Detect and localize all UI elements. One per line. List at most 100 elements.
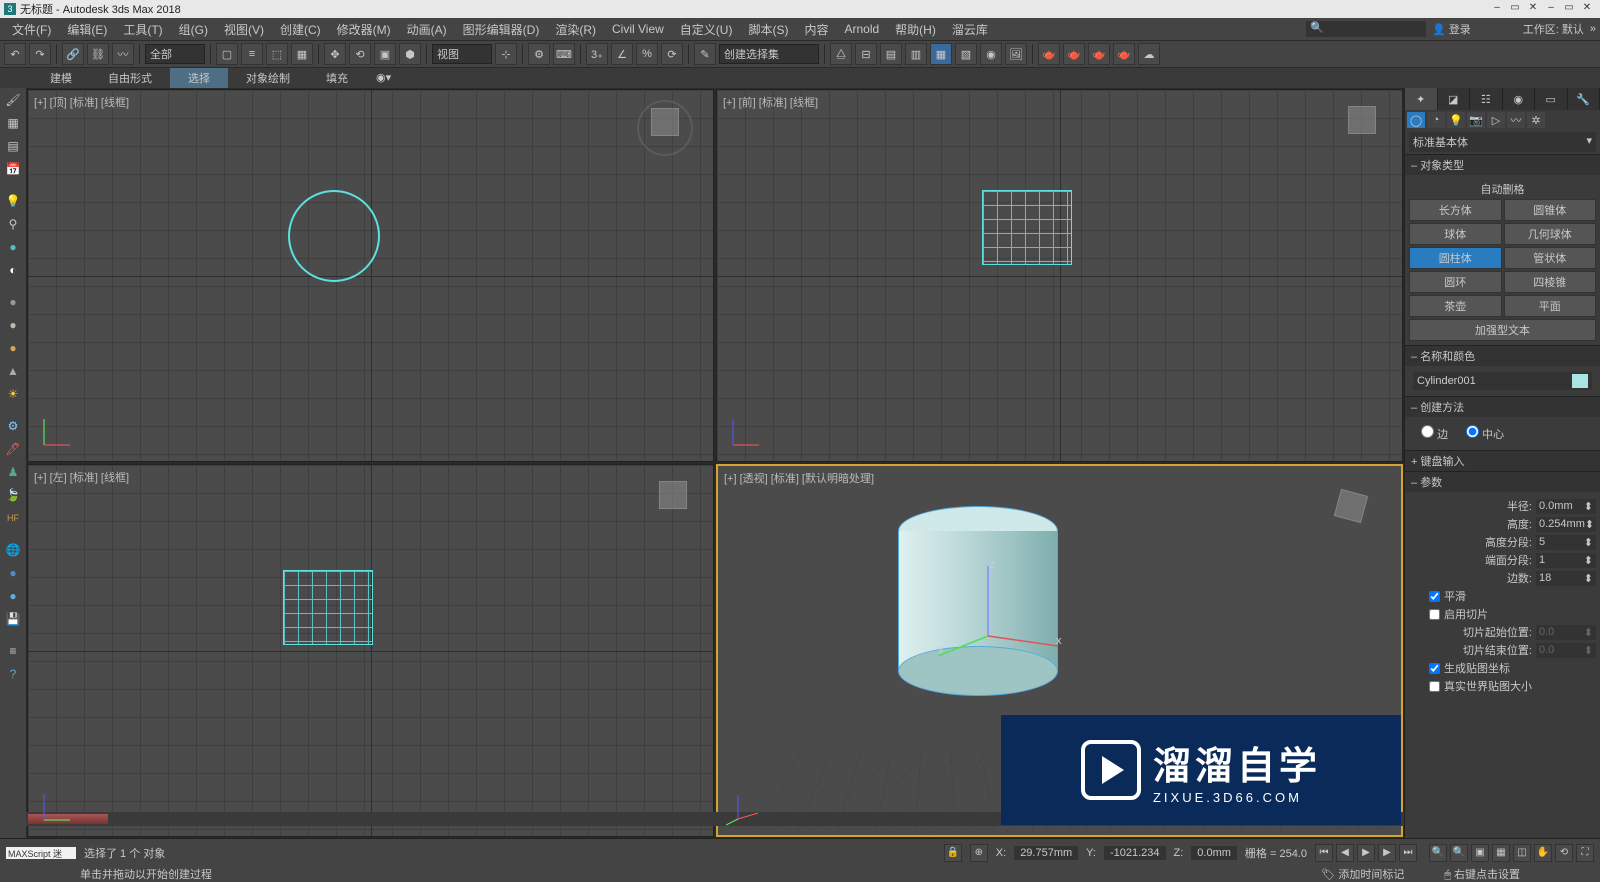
orbit-button[interactable]: ⟲ [1555,844,1573,862]
fov-button[interactable]: ◫ [1513,844,1531,862]
lbtn-axis-icon[interactable]: ⚲ [3,214,23,234]
anim-next-frame-button[interactable]: ▶ [1378,844,1396,862]
viewport-left[interactable]: [+] [左] [标准] [线框] [27,464,714,837]
layers-button[interactable]: ▤ [880,43,902,65]
subtab-lights[interactable]: 💡 [1447,112,1465,128]
lbtn-wand-icon[interactable]: 🖊 [3,439,23,459]
object-cylinder[interactable]: z y x [898,506,1058,696]
tab-motion[interactable]: ◉ [1503,88,1536,110]
keyboard-shortcut-button[interactable]: ⌨ [553,43,575,65]
viewport-front[interactable]: [+] [前] [标准] [线框] [716,89,1403,462]
rollout-objecttype-header[interactable]: – 对象类型 [1405,154,1600,175]
viewcube-left[interactable] [653,475,693,515]
viewport-top-label[interactable]: [+] [顶] [标准] [线框] [34,94,129,110]
viewcube-top[interactable] [637,100,693,156]
render-frame-button[interactable]: 🫖 [1038,43,1060,65]
lbtn-layers-icon[interactable]: ▤ [3,136,23,156]
primitive-category-combo[interactable]: 标准基本体▾ [1409,132,1596,152]
render-production-button[interactable]: 🫖 [1063,43,1085,65]
viewcube-persp[interactable] [1331,486,1371,526]
anim-goto-start-button[interactable]: ⏮ [1315,844,1333,862]
check-realworld[interactable] [1429,681,1440,692]
minimize-button[interactable]: – [1488,2,1506,16]
child-minimize-button[interactable]: – [1542,2,1560,16]
menu-file[interactable]: 文件(F) [4,21,59,38]
check-slice[interactable] [1429,609,1440,620]
schematic-view-button[interactable]: ▧ [955,43,977,65]
rollout-keyboard-header[interactable]: + 键盘输入 [1405,450,1600,471]
rollout-params-header[interactable]: – 参数 [1405,471,1600,492]
prim-textplus-button[interactable]: 加强型文本 [1409,319,1596,341]
prim-sphere-button[interactable]: 球体 [1409,223,1502,245]
lbtn-globe-icon[interactable]: 🌐 [3,540,23,560]
zoom-extents-all-button[interactable]: ▦ [1492,844,1510,862]
prim-tube-button[interactable]: 管状体 [1504,247,1597,269]
angle-snap-button[interactable]: ∠ [611,43,633,65]
prim-cone-button[interactable]: 圆锥体 [1504,199,1597,221]
lbtn-sphere2-icon[interactable]: ◐ [3,260,23,280]
lock-selection-button[interactable]: 🔒 [944,844,962,862]
curve-editor-button[interactable]: ▦ [930,43,952,65]
child-restore-button[interactable]: ▭ [1560,2,1578,16]
login-button[interactable]: 👤 登录 [1432,21,1471,37]
subtab-systems[interactable]: ✲ [1527,112,1545,128]
ribbon-tab-modeling[interactable]: 建模 [32,68,90,88]
toggle-ribbon-button[interactable]: ▥ [905,43,927,65]
select-object-button[interactable]: ▢ [216,43,238,65]
close-button[interactable]: ✕ [1524,2,1542,16]
menu-liuyunku[interactable]: 溜云库 [944,21,996,38]
lbtn-grid-icon[interactable]: ▦ [3,113,23,133]
menu-scripting[interactable]: 脚本(S) [740,21,796,38]
undo-button[interactable]: ↶ [4,43,26,65]
menu-arnold[interactable]: Arnold [836,22,887,36]
selection-filter-combo[interactable]: 全部 [145,44,205,64]
zoom-extents-button[interactable]: ▣ [1471,844,1489,862]
object-rect-front[interactable] [982,190,1072,265]
render-activeshade-button[interactable]: 🫖 [1113,43,1135,65]
lbtn-sphere3-icon[interactable]: ● [3,292,23,312]
prim-plane-button[interactable]: 平面 [1504,295,1597,317]
subtab-geometry[interactable]: ◯ [1407,112,1425,128]
child-close-button[interactable]: ✕ [1578,2,1596,16]
check-genmap[interactable] [1429,663,1440,674]
bind-spacewarp-button[interactable]: 〰 [112,43,134,65]
lbtn-sphere1-icon[interactable]: ● [3,237,23,257]
menu-content[interactable]: 内容 [796,21,836,38]
menu-rendering[interactable]: 渲染(R) [547,21,604,38]
placement-button[interactable]: ⬢ [399,43,421,65]
mirror-button[interactable]: ⧋ [830,43,852,65]
refcoord-combo[interactable]: 视图 [432,44,492,64]
window-crossing-button[interactable]: ▦ [291,43,313,65]
anim-goto-end-button[interactable]: ⏭ [1399,844,1417,862]
spinner-height[interactable]: 0.254mm⬍ [1536,517,1596,532]
tab-hierarchy[interactable]: ☷ [1470,88,1503,110]
zoom-button[interactable]: 🔍 [1429,844,1447,862]
menu-customize[interactable]: 自定义(U) [672,21,741,38]
spinner-radius[interactable]: 0.0mm⬍ [1536,499,1596,514]
ribbon-tab-populate[interactable]: 填充 [308,68,366,88]
anim-prev-frame-button[interactable]: ◀ [1336,844,1354,862]
lbtn-list-icon[interactable]: ≡ [3,641,23,661]
tab-utilities[interactable]: 🔧 [1568,88,1600,110]
radio-edge[interactable]: 边 [1421,425,1448,442]
lbtn-sun-icon[interactable]: ☀ [3,384,23,404]
lbtn-help-icon[interactable]: ? [3,664,23,684]
restore-button[interactable]: ▭ [1506,2,1524,16]
menu-help[interactable]: 帮助(H) [887,21,944,38]
prim-torus-button[interactable]: 圆环 [1409,271,1502,293]
tab-modify[interactable]: ◪ [1438,88,1471,110]
menu-grapheditors[interactable]: 图形编辑器(D) [455,21,548,38]
ribbon-tab-freeform[interactable]: 自由形式 [90,68,170,88]
snap-toggle-button[interactable]: 3₊ [586,43,608,65]
lbtn-cone-icon[interactable]: ▲ [3,361,23,381]
lbtn-leaf-icon[interactable]: 🍃 [3,485,23,505]
viewport-left-label[interactable]: [+] [左] [标准] [线框] [34,469,129,485]
scale-button[interactable]: ▣ [374,43,396,65]
coord-z-field[interactable]: 0.0mm [1191,846,1237,860]
move-button[interactable]: ✥ [324,43,346,65]
pivot-center-button[interactable]: ⊹ [495,43,517,65]
menu-view[interactable]: 视图(V) [216,21,272,38]
named-selset-combo[interactable]: 创建选择集 [719,44,819,64]
pan-button[interactable]: ✋ [1534,844,1552,862]
render-cloud-button[interactable]: ☁ [1138,43,1160,65]
